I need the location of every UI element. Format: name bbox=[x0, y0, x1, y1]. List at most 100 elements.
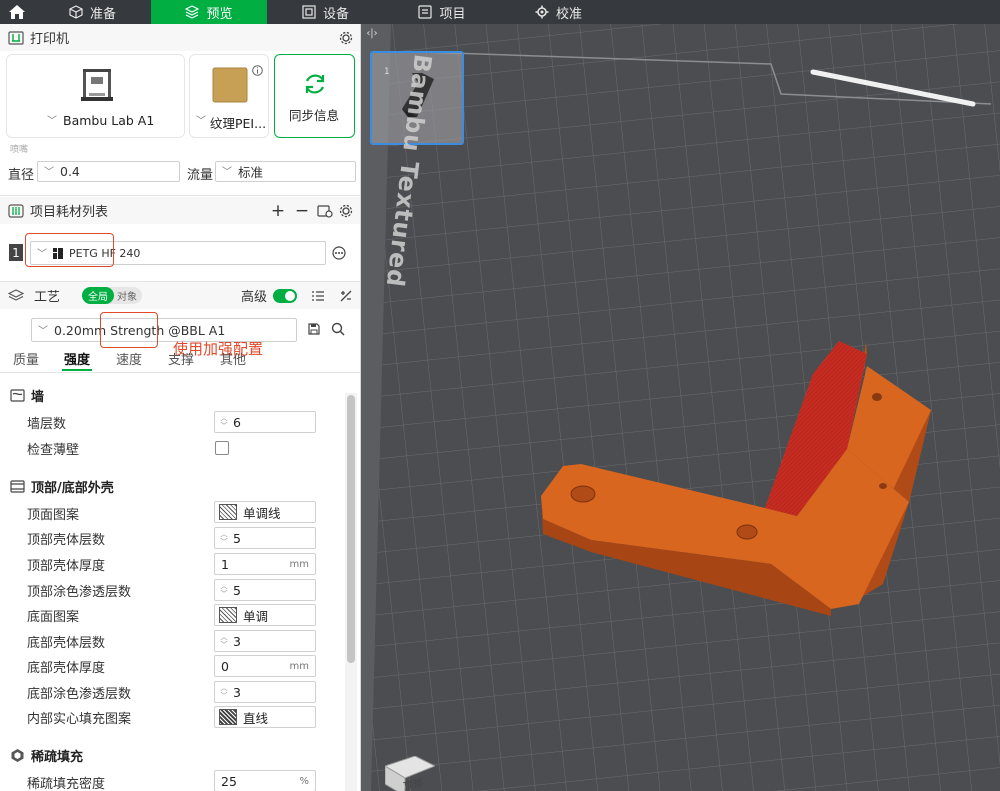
add-icon[interactable]: + bbox=[269, 201, 287, 221]
subtab-others[interactable]: 其他 bbox=[220, 349, 246, 368]
top-thickness-label: 顶部壳体厚度 bbox=[27, 559, 106, 574]
wall-loops-input[interactable]: ︿ ﹀ 6 bbox=[214, 411, 316, 433]
bottom-thickness-input[interactable]: 0 mm bbox=[214, 655, 316, 677]
gear-icon[interactable] bbox=[339, 204, 353, 218]
home-icon[interactable] bbox=[0, 0, 34, 24]
tab-preview[interactable]: 预览 bbox=[151, 0, 267, 24]
top-pattern-value: 单调线 bbox=[243, 505, 281, 521]
sync-info-button[interactable]: 同步信息 bbox=[274, 54, 355, 138]
info-icon[interactable] bbox=[252, 65, 263, 76]
subtab-speed[interactable]: 速度 bbox=[116, 349, 142, 368]
cube-icon bbox=[69, 5, 83, 19]
toggle-global[interactable]: 全局 bbox=[82, 287, 115, 304]
subtab-strength[interactable]: 强度 bbox=[64, 349, 90, 368]
divider bbox=[0, 195, 360, 196]
flow-value: 标准 bbox=[238, 165, 264, 180]
bottom-paint-value: 3 bbox=[233, 684, 241, 700]
scrollbar-thumb[interactable] bbox=[347, 395, 355, 663]
infill-density-input[interactable]: 25 % bbox=[214, 770, 316, 791]
top-thickness-value: 1 bbox=[221, 556, 229, 572]
top-navigation-bar: 准备 预览 设备 项目 校准 bbox=[0, 0, 1000, 24]
settings-scrollbar[interactable] bbox=[345, 393, 357, 791]
bottom-layers-label: 底部壳体层数 bbox=[27, 636, 106, 651]
sync-label: 同步信息 bbox=[289, 108, 340, 123]
top-layers-label: 顶部壳体层数 bbox=[27, 533, 106, 548]
internal-pattern-label: 内部实心填充图案 bbox=[27, 712, 132, 727]
detect-thin-wall-checkbox[interactable] bbox=[215, 441, 229, 455]
flow-select[interactable]: ﹀ 标准 bbox=[215, 161, 356, 182]
printer-selector[interactable]: ﹀ Bambu Lab A1 bbox=[6, 54, 185, 138]
top-thickness-input[interactable]: 1 mm bbox=[214, 553, 316, 575]
chevron-down-icon: ﹀ bbox=[196, 116, 206, 127]
tab-project[interactable]: 项目 bbox=[384, 0, 500, 24]
infill-density-label: 稀疏填充密度 bbox=[27, 777, 106, 791]
tab-label: 校准 bbox=[555, 6, 582, 22]
3d-preview-viewport[interactable]: ‹|› 1 Bambu Textured 顶部 bbox=[361, 24, 1000, 791]
filament-section-header: 项目耗材列表 + − bbox=[0, 197, 360, 224]
active-tab-underline bbox=[62, 369, 92, 371]
unit-label: % bbox=[299, 775, 309, 787]
bottom-paint-input[interactable]: ︿ ﹀ 3 bbox=[214, 681, 316, 703]
wall-loops-value: 6 bbox=[233, 414, 241, 430]
tab-label: 准备 bbox=[89, 6, 116, 22]
bottom-pattern-value: 单调 bbox=[243, 608, 269, 624]
filament-slot-index: 1 bbox=[9, 244, 23, 261]
stepper-icon[interactable]: ︿ ﹀ bbox=[215, 631, 233, 651]
chevron-down-icon: ﹀ bbox=[222, 167, 232, 178]
compare-icon[interactable] bbox=[339, 289, 353, 303]
diameter-value: 0.4 bbox=[60, 164, 80, 179]
subtab-support[interactable]: 支撑 bbox=[168, 349, 194, 368]
wall-loops-label: 墙层数 bbox=[27, 417, 67, 432]
advanced-label: 高级 bbox=[240, 290, 267, 305]
stepper-icon[interactable]: ︿ ﹀ bbox=[215, 682, 233, 702]
tab-prepare[interactable]: 准备 bbox=[34, 0, 151, 24]
search-icon[interactable] bbox=[331, 322, 345, 336]
bottom-pattern-select[interactable]: 单调 bbox=[214, 604, 316, 626]
subtab-quality[interactable]: 质量 bbox=[13, 349, 39, 368]
sync-icon bbox=[302, 71, 328, 97]
plate-name: 纹理PEI... bbox=[210, 116, 267, 131]
list-icon[interactable] bbox=[311, 290, 325, 302]
unit-label: mm bbox=[289, 660, 309, 672]
top-pattern-select[interactable]: 单调线 bbox=[214, 501, 316, 523]
settings-sidebar: 打印机 ﹀ Bambu Lab A1 ﹀ 纹理PEI... 同步信息 喷嘴 直径… bbox=[0, 24, 361, 791]
toggle-object[interactable]: 对象 bbox=[114, 288, 142, 303]
plate-selector[interactable]: ﹀ 纹理PEI... bbox=[189, 54, 269, 138]
bottom-layers-input[interactable]: ︿ ﹀ 3 bbox=[214, 630, 316, 652]
flow-label: 流量 bbox=[187, 168, 214, 183]
top-layers-value: 5 bbox=[233, 530, 241, 546]
filament-list-icon bbox=[8, 203, 24, 218]
stepper-icon[interactable]: ︿ ﹀ bbox=[215, 580, 233, 600]
bottom-thickness-label: 底部壳体厚度 bbox=[27, 661, 106, 676]
stepper-icon[interactable]: ︿ ﹀ bbox=[215, 412, 233, 432]
top-pattern-label: 顶面图案 bbox=[27, 508, 80, 523]
gear-icon[interactable] bbox=[339, 31, 353, 45]
chevron-down-icon: ﹀ bbox=[38, 325, 48, 337]
monotonic-line-pattern-icon bbox=[219, 504, 237, 520]
filament-sync-icon[interactable] bbox=[317, 204, 333, 218]
view-cube[interactable]: 顶部 bbox=[383, 755, 437, 791]
more-options-icon[interactable] bbox=[332, 246, 346, 260]
diameter-select[interactable]: ﹀ 0.4 bbox=[37, 161, 180, 182]
internal-pattern-select[interactable]: 直线 bbox=[214, 706, 316, 728]
save-icon[interactable] bbox=[308, 323, 320, 335]
process-layers-icon bbox=[8, 288, 24, 303]
collapse-sidebar-icon[interactable]: ‹|› bbox=[361, 24, 383, 42]
tab-label: 设备 bbox=[322, 6, 349, 22]
global-object-toggle[interactable]: 全局 对象 bbox=[82, 287, 143, 304]
stepper-icon[interactable]: ︿ ﹀ bbox=[215, 528, 233, 548]
monotonic-pattern-icon bbox=[219, 607, 237, 623]
bottom-layers-value: 3 bbox=[233, 633, 241, 649]
infill-density-value: 25 bbox=[221, 773, 237, 789]
tab-device[interactable]: 设备 bbox=[267, 0, 384, 24]
shell-icon bbox=[10, 480, 25, 493]
tab-calibrate[interactable]: 校准 bbox=[500, 0, 617, 24]
advanced-toggle[interactable] bbox=[273, 288, 297, 303]
top-layers-input[interactable]: ︿ ﹀ 5 bbox=[214, 527, 316, 549]
printer-name: Bambu Lab A1 bbox=[63, 113, 155, 128]
tab-label: 项目 bbox=[439, 6, 466, 22]
top-paint-input[interactable]: ︿ ﹀ 5 bbox=[214, 579, 316, 601]
top-paint-value: 5 bbox=[233, 582, 241, 598]
remove-icon[interactable]: − bbox=[293, 201, 311, 221]
textured-plate-icon bbox=[212, 67, 248, 103]
